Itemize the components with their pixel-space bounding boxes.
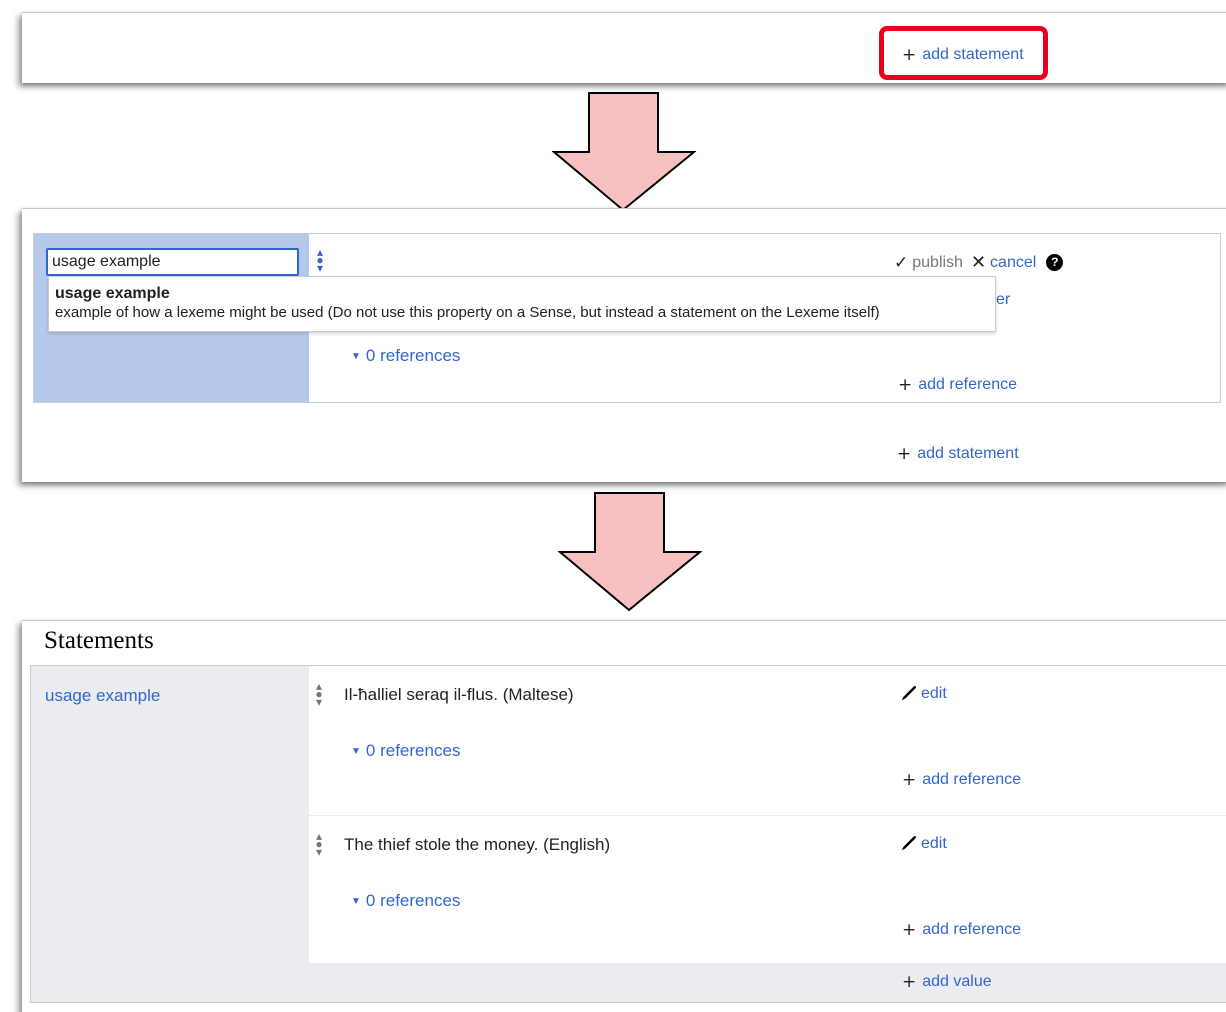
plus-icon: + [898,374,913,395]
property-input[interactable] [46,248,299,276]
add-reference-label: add reference [918,376,1017,393]
statements-heading: Statements [44,627,154,654]
edit-label: edit [921,835,947,852]
help-icon[interactable]: ? [1046,254,1064,271]
step2-panel: ▴●▾ usage example example of how a lexem… [22,208,1226,482]
plus-icon: + [897,443,912,464]
edit-toolbar: ✓ publish ✕ cancel ? [894,252,1064,273]
rank-selector-icon[interactable]: ▴ ● ▾ [314,830,324,858]
property-suggestion-dropdown[interactable]: usage example example of how a lexeme mi… [48,276,996,332]
add-statement-label: add statement [917,445,1019,462]
pencil-icon [901,685,917,701]
add-reference-link[interactable]: + add reference [902,771,1021,789]
add-reference-label: add reference [922,771,1021,788]
add-statement-link[interactable]: + add statement [902,46,1024,64]
cancel-button[interactable]: cancel [990,254,1036,272]
edit-label: edit [921,685,947,702]
pencil-icon [901,835,917,851]
statement-row: ▴ ● ▾ Il-ħalliel seraq il-flus. (Maltese) … [309,666,1226,815]
add-reference-label: add reference [922,921,1021,938]
add-reference-link[interactable]: + add reference [902,921,1021,939]
edit-link[interactable]: edit [899,835,947,853]
close-icon[interactable]: ✕ [971,252,986,273]
check-icon: ✓ [894,252,909,273]
add-value-link[interactable]: + add value [902,973,992,991]
plus-icon: + [902,919,917,940]
add-statement-label: add statement [922,46,1024,63]
triangle-down-icon: ▼ [351,745,361,757]
step3-panel: Statements usage example ▴ ● ▾ Il-ħalliel … [22,620,1226,1012]
statement-value: The thief stole the money. (English) [344,835,611,854]
references-label: 0 references [365,346,461,365]
step1-panel: + add statement [22,12,1226,83]
statement-group: usage example ▴ ● ▾ Il-ħalliel seraq il-fl… [30,665,1226,1003]
plus-icon: + [902,44,917,65]
plus-icon: + [902,971,917,992]
suggestion-description: example of how a lexeme might be used (D… [55,304,880,321]
references-label: 0 references [365,891,461,910]
obscured-link-fragment: er [996,291,1011,308]
references-label: 0 references [365,741,461,760]
triangle-down-icon: ▼ [351,350,361,362]
references-toggle[interactable]: ▼ 0 references [351,346,460,366]
add-value-label: add value [922,973,992,990]
references-toggle[interactable]: ▼ 0 references [351,741,460,761]
plus-icon: + [902,769,917,790]
statement-row: ▴ ● ▾ The thief stole the money. (English)… [309,815,1226,963]
down-arrow-icon [558,492,702,612]
publish-button[interactable]: publish [912,254,963,272]
rank-selector-icon[interactable]: ▴ ● ▾ [314,680,324,708]
rank-selector-icon[interactable]: ▴ ● ▾ [315,246,325,274]
down-arrow-icon [552,92,696,212]
new-statement-box: ▴●▾ usage example example of how a lexem… [33,233,1221,403]
add-reference-link[interactable]: + add reference [898,376,1017,394]
add-statement-link[interactable]: + add statement [897,445,1019,463]
references-toggle[interactable]: ▼ 0 references [351,891,460,911]
edit-link[interactable]: edit [899,685,947,703]
property-link[interactable]: usage example [45,686,160,706]
suggestion-title: usage example [55,285,170,302]
statement-value: Il-ħalliel seraq il-flus. (Maltese) [344,685,574,704]
triangle-down-icon: ▼ [351,895,361,907]
